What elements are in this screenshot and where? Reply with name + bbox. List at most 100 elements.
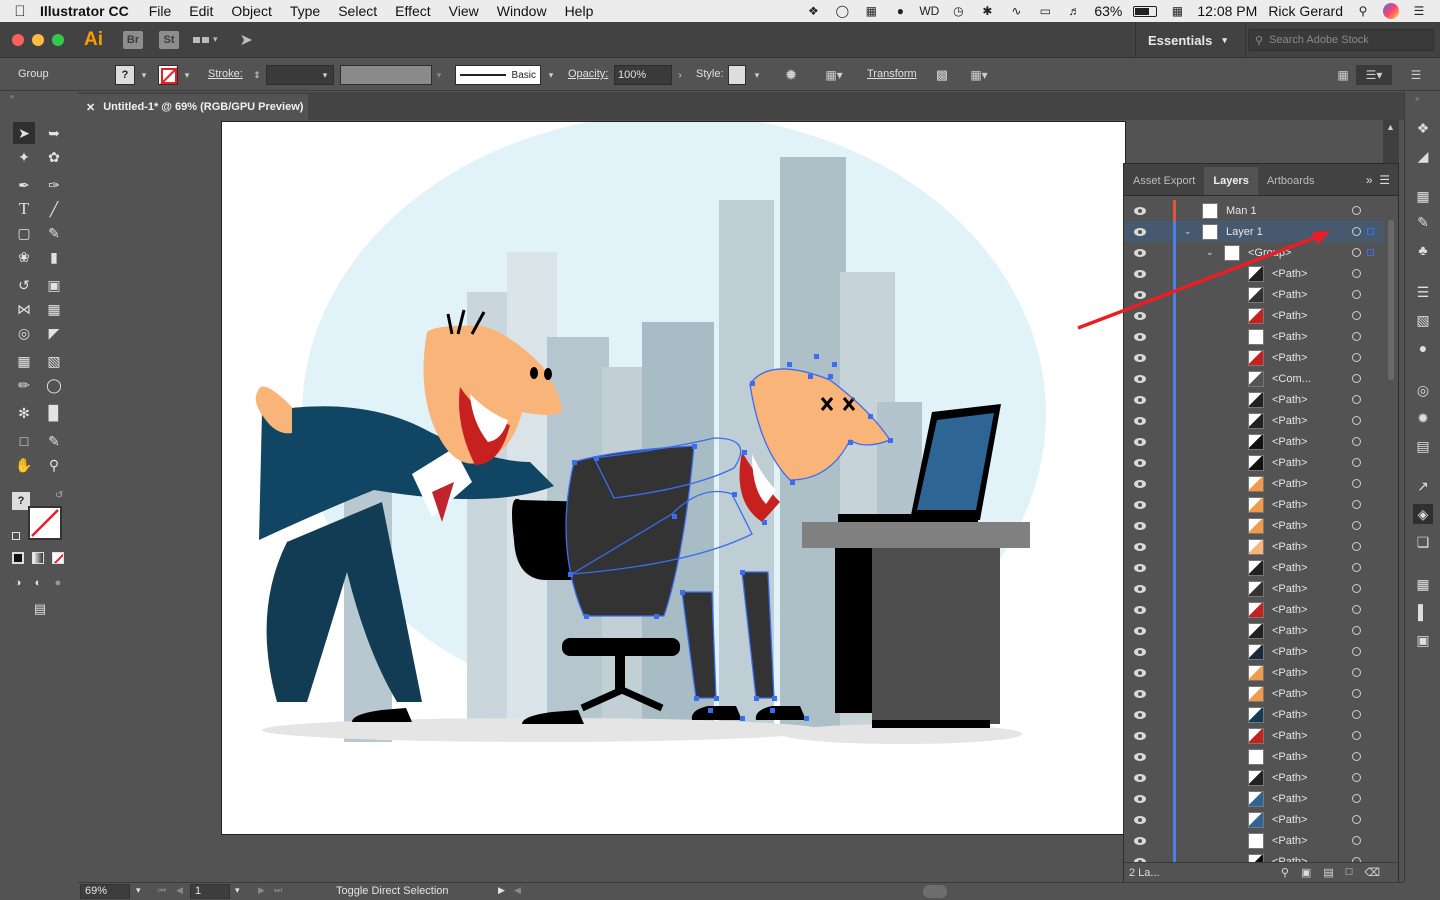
- zoom-tool-icon[interactable]: ⚲: [43, 454, 65, 476]
- target-circle-icon[interactable]: [1352, 269, 1361, 278]
- artboard[interactable]: [221, 120, 1126, 835]
- path-row[interactable]: <Path>: [1124, 620, 1384, 641]
- symbols-panel-icon[interactable]: ♣: [1413, 240, 1433, 260]
- profile-dropdown-icon[interactable]: ▾: [432, 65, 446, 85]
- notification-center-icon[interactable]: ☰: [1410, 4, 1428, 18]
- zoom-dropdown-icon[interactable]: ▾: [136, 885, 141, 896]
- layer-name[interactable]: <Path>: [1272, 709, 1307, 721]
- bridge-button[interactable]: Br: [123, 30, 143, 49]
- apple-menu-icon[interactable]: : [0, 3, 40, 20]
- calendar-icon[interactable]: ▦: [1168, 4, 1186, 18]
- stroke-weight-stepper[interactable]: ⇕: [250, 65, 264, 85]
- export-panel-icon[interactable]: ↗: [1413, 476, 1433, 496]
- dock-expand-icon[interactable]: »: [1415, 94, 1419, 103]
- grid-view-icon[interactable]: ▦: [1336, 65, 1350, 85]
- symbol-sprayer-tool-icon[interactable]: ✻: [13, 402, 35, 424]
- target-circle-icon[interactable]: [1352, 668, 1361, 677]
- target-circle-icon[interactable]: [1352, 605, 1361, 614]
- visibility-eye-icon[interactable]: [1133, 794, 1147, 804]
- arrange-dropdown-icon[interactable]: ▾: [213, 34, 218, 45]
- graphic-style-swatch[interactable]: [728, 65, 746, 85]
- target-circle-icon[interactable]: [1352, 773, 1361, 782]
- visibility-eye-icon[interactable]: [1133, 731, 1147, 741]
- target-circle-icon[interactable]: [1352, 626, 1361, 635]
- target-circle-icon[interactable]: [1352, 374, 1361, 383]
- previous-artboard-icon[interactable]: ◀: [176, 885, 183, 896]
- dropbox-icon[interactable]: ❖: [804, 4, 822, 18]
- visibility-eye-icon[interactable]: [1133, 710, 1147, 720]
- layer-name[interactable]: <Path>: [1272, 793, 1307, 805]
- target-circle-icon[interactable]: [1352, 584, 1361, 593]
- path-row[interactable]: <Path>: [1124, 557, 1384, 578]
- selection-indicator-icon[interactable]: [1367, 249, 1374, 256]
- artboard-tool-icon[interactable]: □: [13, 430, 35, 452]
- layer-name[interactable]: Man 1: [1226, 205, 1257, 217]
- visibility-eye-icon[interactable]: [1133, 479, 1147, 489]
- shape-builder-tool-icon[interactable]: ◎: [13, 322, 35, 344]
- layer-name[interactable]: <Path>: [1272, 646, 1307, 658]
- isolate-group-icon[interactable]: ▩: [933, 65, 951, 85]
- direct-selection-tool-icon[interactable]: ➥: [43, 122, 65, 144]
- transform-panel-icon[interactable]: ▦: [1413, 574, 1433, 594]
- layer-name[interactable]: <Path>: [1272, 730, 1307, 742]
- eraser-tool-icon[interactable]: ▮: [43, 246, 65, 268]
- path-row[interactable]: <Path>: [1124, 326, 1384, 347]
- visibility-eye-icon[interactable]: [1133, 689, 1147, 699]
- draw-behind-icon[interactable]: ◐: [29, 572, 47, 594]
- target-circle-icon[interactable]: [1352, 248, 1361, 257]
- layer-name[interactable]: <Path>: [1272, 835, 1307, 847]
- target-circle-icon[interactable]: [1352, 458, 1361, 467]
- target-circle-icon[interactable]: [1352, 815, 1361, 824]
- spotlight-search-icon[interactable]: ⚲: [1354, 4, 1372, 18]
- target-circle-icon[interactable]: [1352, 290, 1361, 299]
- visibility-eye-icon[interactable]: [1133, 626, 1147, 636]
- layer-name[interactable]: <Path>: [1272, 457, 1307, 469]
- menu-type[interactable]: Type: [290, 3, 320, 19]
- path-row[interactable]: <Path>: [1124, 599, 1384, 620]
- visibility-eye-icon[interactable]: [1133, 353, 1147, 363]
- target-circle-icon[interactable]: [1352, 227, 1361, 236]
- path-row[interactable]: <Path>: [1124, 809, 1384, 830]
- target-circle-icon[interactable]: [1352, 731, 1361, 740]
- stock-search-input[interactable]: ⚲ Search Adobe Stock: [1248, 29, 1434, 51]
- artboard-dropdown-icon[interactable]: ▾: [235, 885, 240, 896]
- panel-menu-icon[interactable]: » ☰: [1366, 173, 1398, 195]
- target-circle-icon[interactable]: [1352, 794, 1361, 803]
- select-similar-icon[interactable]: ▦▾: [964, 65, 994, 85]
- menu-edit[interactable]: Edit: [189, 3, 213, 19]
- layers-scroll-thumb[interactable]: [1388, 220, 1394, 380]
- brush-dropdown-icon[interactable]: ▾: [544, 65, 558, 85]
- gradient-mode-icon[interactable]: [32, 552, 44, 564]
- style-dropdown-icon[interactable]: ▾: [750, 65, 764, 85]
- layer-name[interactable]: <Path>: [1272, 352, 1307, 364]
- visibility-eye-icon[interactable]: [1133, 332, 1147, 342]
- brushes-panel-icon[interactable]: ✎: [1413, 212, 1433, 232]
- layer-name[interactable]: <Path>: [1272, 499, 1307, 511]
- menu-select[interactable]: Select: [338, 3, 377, 19]
- target-circle-icon[interactable]: [1352, 395, 1361, 404]
- pathfinder-panel-icon[interactable]: ▣: [1413, 630, 1433, 650]
- layer-name[interactable]: <Path>: [1272, 772, 1307, 784]
- control-panel-menu-icon[interactable]: ☰: [1408, 65, 1424, 85]
- eyedropper-tool-icon[interactable]: ✏: [13, 374, 35, 396]
- layer-name[interactable]: <Path>: [1272, 415, 1307, 427]
- target-circle-icon[interactable]: [1352, 521, 1361, 530]
- width-tool-icon[interactable]: ⋈: [13, 298, 35, 320]
- visibility-eye-icon[interactable]: [1133, 836, 1147, 846]
- visibility-eye-icon[interactable]: [1133, 521, 1147, 531]
- user-name[interactable]: Rick Gerard: [1268, 3, 1343, 19]
- new-layer-icon[interactable]: □: [1346, 866, 1353, 879]
- stroke-panel-icon[interactable]: ☰: [1413, 282, 1433, 302]
- target-circle-icon[interactable]: [1352, 416, 1361, 425]
- target-circle-icon[interactable]: [1352, 836, 1361, 845]
- workspace-switcher[interactable]: Essentials ▾: [1135, 22, 1246, 58]
- target-circle-icon[interactable]: [1352, 311, 1361, 320]
- path-row[interactable]: <Path>: [1124, 431, 1384, 452]
- target-circle-icon[interactable]: [1352, 437, 1361, 446]
- visibility-eye-icon[interactable]: [1133, 458, 1147, 468]
- visibility-eye-icon[interactable]: [1133, 311, 1147, 321]
- transform-link[interactable]: Transform: [867, 68, 917, 80]
- panel-collapse-icon[interactable]: «: [0, 92, 78, 102]
- pen-tool-icon[interactable]: ✒: [13, 174, 35, 196]
- layer-name[interactable]: <Path>: [1272, 478, 1307, 490]
